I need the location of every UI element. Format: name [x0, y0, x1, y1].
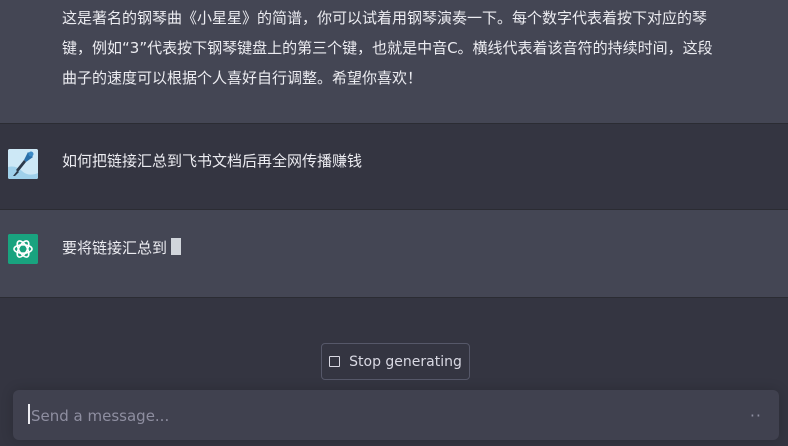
- user-avatar: [8, 149, 38, 179]
- assistant-message-text: 这是著名的钢琴曲《小星星》的简谱，你可以试着用钢琴演奏一下。每个数字代表着按下对…: [62, 9, 713, 87]
- stop-square-icon: [329, 356, 341, 367]
- streaming-cursor: [171, 238, 182, 255]
- assistant-streaming-text-line: 要将链接汇总到: [62, 233, 722, 263]
- assistant-message-previous: 这是著名的钢琴曲《小星星》的简谱，你可以试着用钢琴演奏一下。每个数字代表着按下对…: [0, 0, 788, 124]
- loading-dots-indicator: ··: [749, 406, 762, 425]
- openai-logo-icon: [8, 234, 38, 264]
- user-message-text: 如何把链接汇总到飞书文档后再全网传播赚钱: [62, 152, 363, 170]
- text-caret: [28, 404, 30, 424]
- stop-generating-label: Stop generating: [349, 353, 462, 370]
- message-input[interactable]: [29, 402, 733, 430]
- assistant-message-streaming: 要将链接汇总到: [0, 210, 788, 298]
- assistant-avatar: [8, 234, 38, 264]
- message-composer: ··: [13, 390, 779, 440]
- assistant-streaming-text: 要将链接汇总到: [62, 239, 168, 257]
- user-message: 如何把链接汇总到飞书文档后再全网传播赚钱: [0, 124, 788, 210]
- chat-page: 这是著名的钢琴曲《小星星》的简谱，你可以试着用钢琴演奏一下。每个数字代表着按下对…: [0, 0, 788, 446]
- user-avatar-image-icon: [8, 149, 38, 179]
- stop-generating-button[interactable]: Stop generating: [321, 343, 470, 380]
